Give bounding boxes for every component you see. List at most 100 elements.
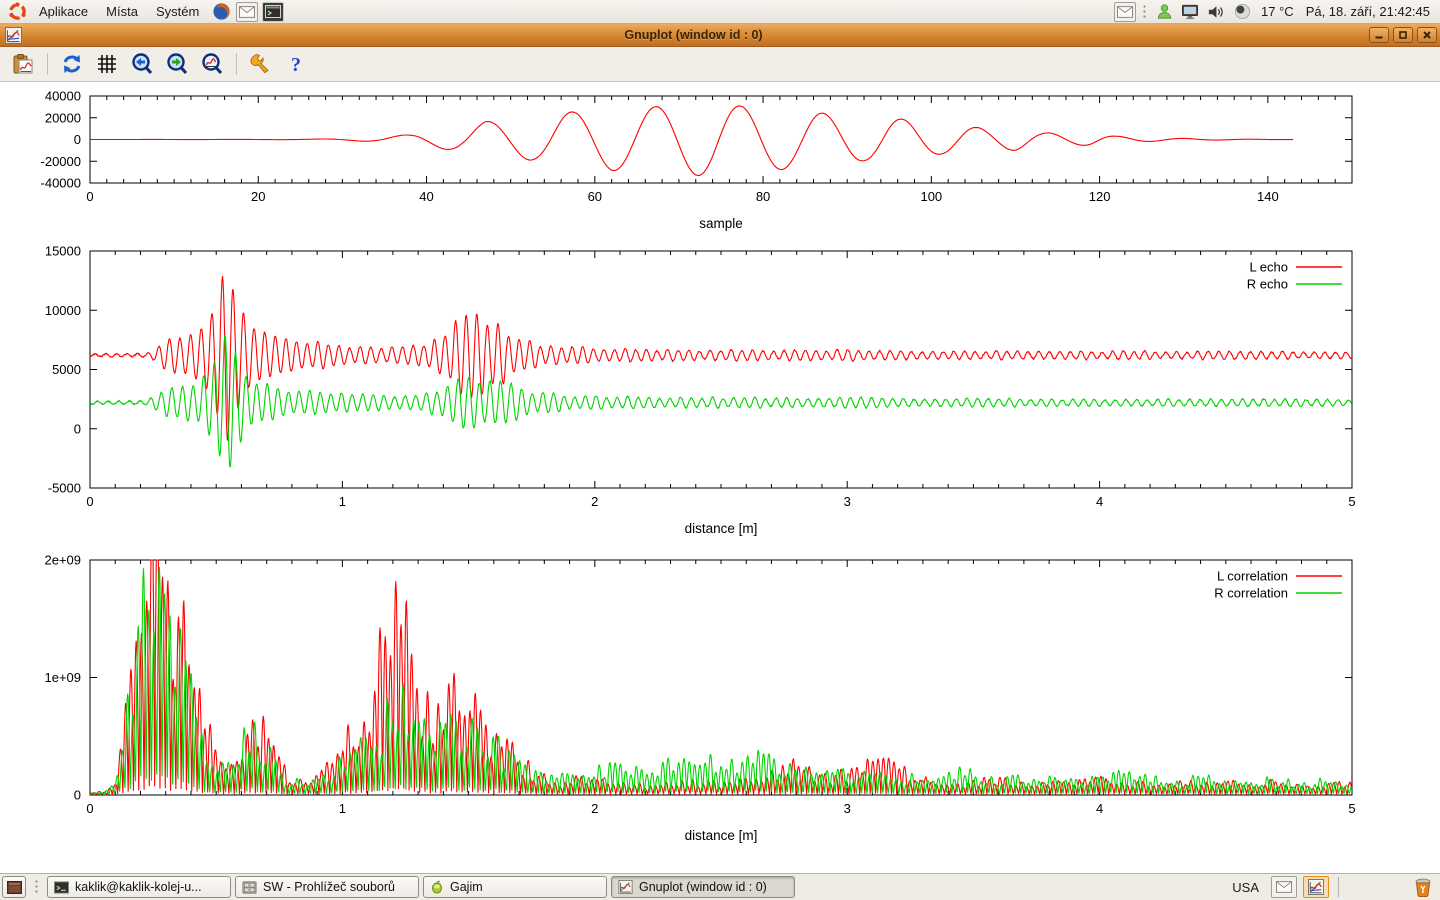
speaker-icon (1207, 4, 1225, 20)
zoom-previous-button[interactable] (129, 51, 155, 77)
svg-text:4: 4 (1096, 801, 1103, 816)
svg-text:L correlation: L correlation (1217, 569, 1288, 584)
svg-text:1: 1 (339, 801, 346, 816)
svg-text:140: 140 (1257, 189, 1279, 204)
panel-separator (1142, 4, 1147, 20)
minimize-button[interactable] (1369, 27, 1389, 43)
taskbar-right: USA (1226, 876, 1438, 898)
svg-text:60: 60 (588, 189, 602, 204)
svg-text:1e+09: 1e+09 (44, 670, 81, 685)
replot-button[interactable] (59, 51, 85, 77)
svg-text:sample: sample (699, 216, 743, 231)
taskbar-item-gajim[interactable]: Gajim (423, 876, 607, 898)
svg-text:0: 0 (74, 132, 81, 147)
tray-gnuplot-button[interactable] (1303, 876, 1329, 898)
svg-text:0: 0 (74, 421, 81, 436)
trash-applet[interactable] (1410, 876, 1436, 898)
weather-applet[interactable] (1231, 2, 1253, 22)
toolbar-separator (47, 53, 48, 75)
svg-text:4: 4 (1096, 494, 1103, 509)
gnuplot-icon (618, 880, 633, 894)
zoom-plot-icon (200, 52, 224, 76)
svg-text:0: 0 (86, 189, 93, 204)
tray-mail-button[interactable] (1271, 876, 1297, 898)
volume-control[interactable] (1205, 2, 1227, 22)
monitor-icon (1181, 4, 1199, 20)
svg-text:distance [m]: distance [m] (685, 521, 758, 536)
gnuplot-window-icon (5, 27, 22, 44)
gajim-icon (430, 880, 444, 894)
svg-text:2: 2 (591, 494, 598, 509)
gnuplot-titlebar[interactable]: Gnuplot (window id : 0) (0, 24, 1440, 47)
svg-text:20: 20 (251, 189, 265, 204)
keyboard-layout-indicator[interactable]: USA (1226, 880, 1265, 895)
envelope-icon (1117, 6, 1133, 18)
svg-text:5000: 5000 (52, 362, 81, 377)
file-manager-icon (242, 881, 257, 894)
svg-text:-5000: -5000 (48, 481, 81, 496)
menu-system[interactable]: Systém (147, 0, 208, 23)
taskbar-item-label: Gajim (450, 880, 483, 894)
svg-text:20000: 20000 (45, 110, 81, 125)
svg-text:0: 0 (86, 494, 93, 509)
svg-text:R correlation: R correlation (1214, 586, 1288, 601)
menu-aplikace[interactable]: Aplikace (30, 0, 97, 23)
settings-button[interactable] (248, 51, 274, 77)
show-desktop-icon (7, 881, 22, 894)
terminal-icon (54, 881, 69, 894)
refresh-icon (60, 52, 84, 76)
svg-text:1: 1 (339, 494, 346, 509)
svg-text:10000: 10000 (45, 303, 81, 318)
show-desktop-button[interactable] (2, 876, 26, 898)
ubuntu-logo-icon (8, 2, 27, 21)
copy-plot-button[interactable] (10, 51, 36, 77)
top-panel-right: 17 °C Pá, 18. září, 21:42:45 (1112, 0, 1436, 23)
maximize-button[interactable] (1393, 27, 1413, 43)
firefox-launcher[interactable] (210, 2, 232, 22)
firefox-icon (212, 2, 231, 21)
bottom-taskbar: kaklik@kaklik-kolej-u... SW - Prohlížeč … (0, 873, 1440, 900)
mail-launcher[interactable] (236, 2, 258, 22)
top-panel: Aplikace Místa Systém (0, 0, 1440, 24)
menu-mista[interactable]: Místa (97, 0, 147, 23)
svg-text:R echo: R echo (1247, 277, 1288, 292)
taskbar-item-gnuplot[interactable]: Gnuplot (window id : 0) (611, 876, 795, 898)
svg-text:-40000: -40000 (41, 176, 81, 191)
zoom-next-button[interactable] (164, 51, 190, 77)
mail-notification[interactable] (1114, 2, 1136, 22)
trash-icon (1413, 877, 1433, 897)
taskbar-separator (1338, 877, 1339, 897)
svg-text:5: 5 (1348, 801, 1355, 816)
close-button[interactable] (1417, 27, 1437, 43)
svg-text:120: 120 (1089, 189, 1111, 204)
svg-text:0: 0 (86, 801, 93, 816)
clock[interactable]: Pá, 18. září, 21:42:45 (1300, 4, 1436, 19)
svg-text:3: 3 (844, 801, 851, 816)
svg-text:80: 80 (756, 189, 770, 204)
terminal-launcher[interactable] (262, 2, 284, 22)
svg-text:2e+09: 2e+09 (44, 553, 81, 568)
help-button[interactable]: ? (283, 51, 309, 77)
svg-text:0: 0 (74, 788, 81, 803)
svg-text:?: ? (291, 54, 301, 76)
ubuntu-menu-icon[interactable] (6, 2, 28, 22)
svg-text:40: 40 (419, 189, 433, 204)
envelope-icon (1276, 881, 1292, 893)
help-icon: ? (284, 52, 308, 76)
svg-text:2: 2 (591, 801, 598, 816)
user-switcher[interactable] (1153, 2, 1175, 22)
temperature-label: 17 °C (1255, 4, 1300, 19)
taskbar-item-label: Gnuplot (window id : 0) (639, 880, 767, 894)
gnuplot-canvas[interactable]: 020406080100120140-40000-200000200004000… (0, 82, 1440, 873)
terminal-icon (265, 5, 281, 18)
weather-moon-icon (1234, 3, 1251, 20)
zoom-region-button[interactable] (199, 51, 225, 77)
toolbar-separator (236, 53, 237, 75)
top-panel-left: Aplikace Místa Systém (4, 0, 286, 23)
display-settings[interactable] (1179, 2, 1201, 22)
taskbar-item-file-manager[interactable]: SW - Prohlížeč souborů (235, 876, 419, 898)
toggle-grid-button[interactable] (94, 51, 120, 77)
taskbar-item-terminal[interactable]: kaklik@kaklik-kolej-u... (47, 876, 231, 898)
zoom-previous-icon (130, 52, 154, 76)
svg-text:-20000: -20000 (41, 154, 81, 169)
